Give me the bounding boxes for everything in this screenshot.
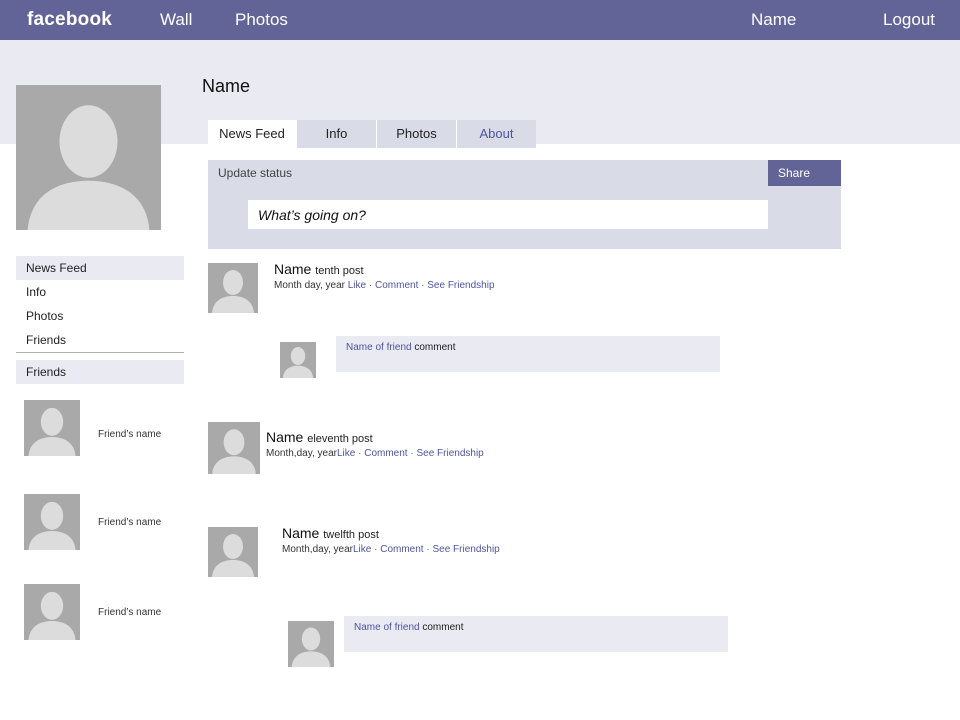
friend-avatar[interactable]	[24, 584, 80, 640]
like-link[interactable]: Like	[353, 544, 371, 555]
sidebar-item-photos[interactable]: Photos	[16, 304, 184, 328]
nav-user-name-link[interactable]: Name	[751, 0, 796, 40]
nav-photos-link[interactable]: Photos	[235, 0, 288, 40]
post-meta: Month,day, yearLike · Comment · See Frie…	[282, 544, 500, 555]
friend-name-link[interactable]: Friend’s name	[98, 517, 161, 528]
person-silhouette-icon	[28, 591, 76, 640]
logout-link[interactable]: Logout	[883, 0, 935, 40]
post-date: Month day, year	[274, 280, 345, 291]
see-friendship-link[interactable]: See Friendship	[416, 448, 483, 459]
tab-photos[interactable]: Photos	[377, 120, 457, 148]
see-friendship-link[interactable]: See Friendship	[432, 544, 499, 555]
friend-avatar[interactable]	[24, 494, 80, 550]
sidebar-item-friends[interactable]: Friends	[16, 328, 184, 352]
top-navigation-bar: facebook Wall Photos Name Logout	[0, 0, 960, 40]
comment-box: Name of friend comment	[344, 616, 728, 652]
post-author-name[interactable]: Name	[274, 261, 311, 277]
post-text: eleventh post	[307, 433, 373, 445]
nav-wall-link[interactable]: Wall	[160, 0, 192, 40]
person-silhouette-icon	[291, 627, 331, 667]
post-date: Month,day, year	[266, 448, 337, 459]
comment-link[interactable]: Comment	[380, 544, 423, 555]
comment-text: comment	[414, 342, 456, 353]
profile-name: Name	[202, 76, 251, 96]
friend-name-link[interactable]: Friend’s name	[98, 607, 161, 618]
profile-picture[interactable]	[16, 85, 161, 230]
post-header: Name tenth post	[274, 261, 364, 277]
commenter-avatar[interactable]	[280, 342, 316, 378]
post-text: tenth post	[315, 265, 364, 277]
comment-link[interactable]: Comment	[375, 280, 418, 291]
tab-about[interactable]: About	[457, 120, 536, 148]
friend-name-link[interactable]: Friend’s name	[98, 429, 161, 440]
person-silhouette-icon	[282, 347, 314, 378]
person-silhouette-icon	[28, 501, 76, 550]
see-friendship-link[interactable]: See Friendship	[427, 280, 494, 291]
person-silhouette-icon	[27, 105, 150, 230]
post-date: Month,day, year	[282, 544, 353, 555]
sidebar-item-info[interactable]: Info	[16, 280, 184, 304]
status-update-label: Update status	[218, 166, 293, 180]
share-button[interactable]: Share	[768, 160, 841, 186]
tab-info[interactable]: Info	[297, 120, 377, 148]
comment-link[interactable]: Comment	[364, 448, 407, 459]
post-meta: Month,day, yearLike · Comment · See Frie…	[266, 448, 484, 459]
commenter-avatar[interactable]	[288, 621, 334, 667]
sidebar-item-news-feed[interactable]: News Feed	[16, 256, 184, 280]
tab-news-feed[interactable]: News Feed	[208, 120, 297, 148]
post-meta: Month day, year Like · Comment · See Fri…	[274, 280, 495, 291]
comment-box: Name of friend comment	[336, 336, 720, 372]
post-text: twelfth post	[323, 529, 379, 541]
post-author-avatar[interactable]	[208, 263, 258, 313]
post-header: Name eleventh post	[266, 429, 373, 445]
post-author-avatar[interactable]	[208, 422, 260, 474]
person-silhouette-icon	[28, 407, 76, 456]
post-author-name[interactable]: Name	[282, 525, 319, 541]
status-input[interactable]	[248, 200, 768, 229]
post-author-avatar[interactable]	[208, 527, 258, 577]
friends-section-header: Friends	[16, 360, 184, 384]
person-silhouette-icon	[212, 270, 254, 313]
comment-friend-name[interactable]: Name of friend	[346, 342, 412, 353]
facebook-logo[interactable]: facebook	[27, 0, 112, 40]
post-author-name[interactable]: Name	[266, 429, 303, 445]
like-link[interactable]: Like	[348, 280, 366, 291]
person-silhouette-icon	[212, 429, 256, 474]
comment-text: comment	[422, 622, 464, 633]
like-link[interactable]: Like	[337, 448, 355, 459]
person-silhouette-icon	[212, 534, 254, 577]
friend-avatar[interactable]	[24, 400, 80, 456]
sidebar-divider	[16, 352, 184, 353]
post-header: Name twelfth post	[282, 525, 379, 541]
comment-friend-name[interactable]: Name of friend	[354, 622, 420, 633]
